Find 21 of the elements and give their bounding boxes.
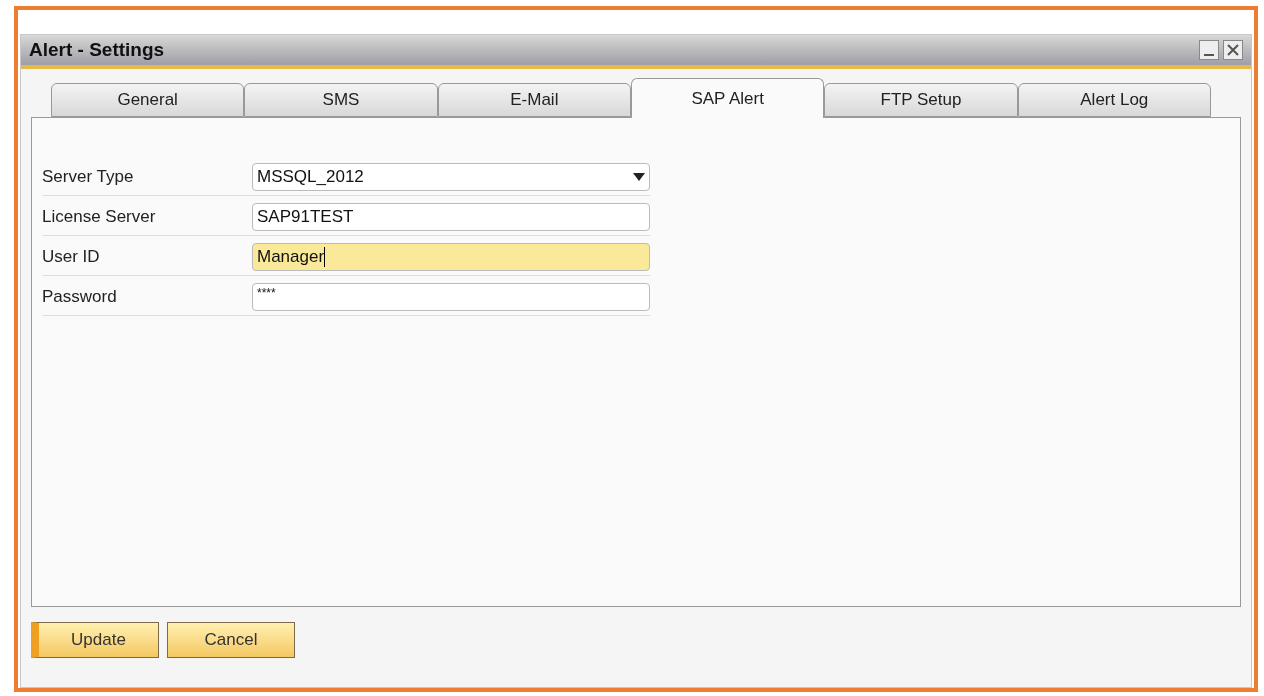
dialog-button[interactable]: Update bbox=[31, 622, 159, 658]
window-title: Alert - Settings bbox=[29, 37, 165, 62]
field-label: User ID bbox=[42, 245, 101, 268]
field-label: License Server bbox=[42, 205, 157, 228]
minimize-button[interactable] bbox=[1199, 40, 1219, 60]
tab[interactable]: Alert Log bbox=[1017, 83, 1211, 117]
tab[interactable]: SMS bbox=[244, 83, 438, 117]
close-icon bbox=[1227, 44, 1239, 56]
tab[interactable]: FTP Setup bbox=[824, 83, 1018, 117]
dialog-button[interactable]: Cancel bbox=[167, 622, 295, 658]
tab[interactable]: E-Mail bbox=[437, 83, 631, 117]
tab[interactable]: General bbox=[51, 83, 245, 117]
field-label: Server Type bbox=[42, 165, 135, 188]
close-button[interactable] bbox=[1223, 40, 1243, 60]
field-label: Password bbox=[42, 285, 118, 308]
tab[interactable]: SAP Alert bbox=[631, 78, 825, 118]
input-field[interactable]: SAP91TEST bbox=[252, 202, 650, 231]
password-field[interactable]: **** bbox=[252, 282, 650, 311]
input-field[interactable]: Manager bbox=[252, 242, 650, 271]
dropdown-arrow-icon bbox=[633, 172, 645, 181]
server-type-dropdown[interactable]: MSSQL_2012 bbox=[252, 162, 650, 191]
